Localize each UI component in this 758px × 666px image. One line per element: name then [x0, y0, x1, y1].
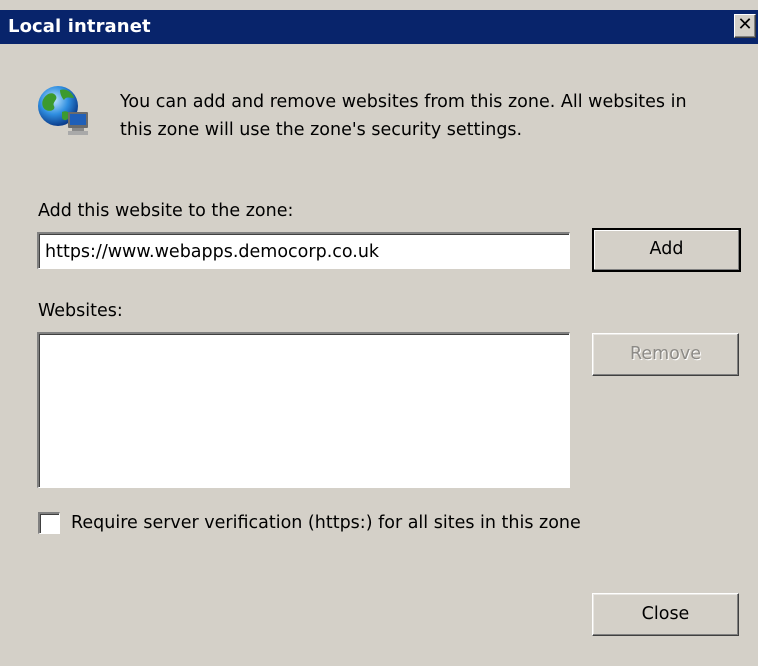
website-input[interactable]: [39, 234, 569, 268]
websites-label: Websites:: [38, 301, 123, 321]
zone-description-line-2: this zone will use the zone's security s…: [120, 120, 523, 140]
close-icon: ✕: [737, 14, 753, 35]
window-title: Local intranet: [8, 16, 151, 37]
close-window-button[interactable]: ✕: [734, 14, 756, 38]
title-bar[interactable]: Local intranet ✕: [0, 10, 758, 44]
websites-list[interactable]: [37, 332, 570, 488]
website-input-frame[interactable]: [37, 232, 570, 269]
remove-button[interactable]: Remove: [592, 333, 739, 376]
require-verification-label[interactable]: Require server verification (https:) for…: [71, 513, 581, 533]
zone-description-line-1: You can add and remove websites from thi…: [120, 92, 687, 112]
require-verification-checkbox[interactable]: [38, 512, 60, 534]
local-intranet-dialog: Local intranet ✕ You can add and remove …: [0, 0, 758, 666]
close-button[interactable]: Close: [592, 593, 739, 636]
zone-description: You can add and remove websites from thi…: [120, 88, 750, 144]
add-button[interactable]: Add: [592, 228, 741, 272]
add-website-label: Add this website to the zone:: [38, 201, 294, 221]
globe-computer-icon: [34, 82, 94, 142]
